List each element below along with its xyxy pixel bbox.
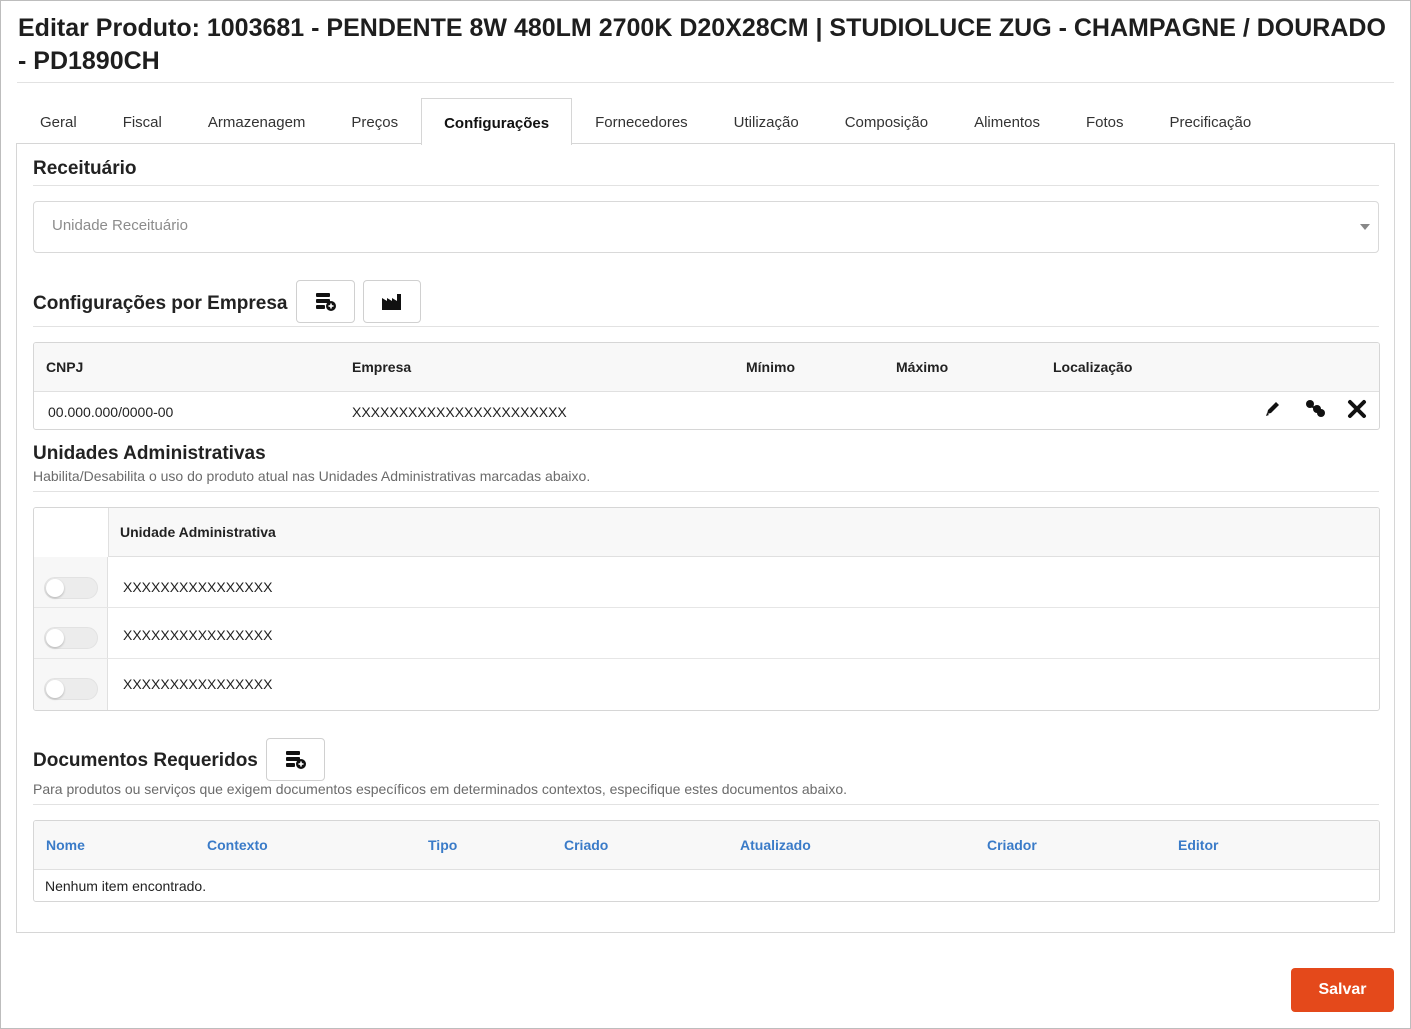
documentos-description: Para produtos ou serviços que exigem doc… [33, 781, 848, 797]
col-contexto[interactable]: Contexto [207, 837, 268, 853]
tab-geral[interactable]: Geral [17, 98, 100, 144]
save-button[interactable]: Salvar [1291, 968, 1394, 1012]
col-criador[interactable]: Criador [987, 837, 1037, 853]
page-title: Editar Produto: 1003681 - PENDENTE 8W 48… [18, 14, 1386, 75]
col-minimo: Mínimo [746, 359, 795, 375]
config-empresa-divider [33, 326, 1379, 327]
col-maximo: Máximo [896, 359, 949, 375]
col-nome[interactable]: Nome [46, 837, 85, 853]
toggle-knob [46, 579, 64, 597]
unidades-description: Habilita/Desabilita o uso do produto atu… [33, 468, 591, 484]
tab-armazenagem[interactable]: Armazenagem [185, 98, 329, 144]
documentos-table-header: Nome Contexto Tipo Criado Atualizado Cri… [34, 821, 1379, 870]
col-localizacao: Localização [1053, 359, 1133, 375]
unidades-table-header: Unidade Administrativa [108, 508, 1379, 557]
unidade-name: XXXXXXXXXXXXXXXX [123, 676, 273, 692]
toggle-column-header [34, 508, 108, 557]
chevron-down-icon [1360, 224, 1370, 230]
receituario-title: Receituário [33, 158, 137, 179]
config-empresa-title: Configurações por Empresa [33, 293, 288, 314]
list-item: XXXXXXXXXXXXXXXX [34, 659, 1379, 710]
tab-configuracoes[interactable]: Configurações [421, 98, 573, 145]
unidade-receituario-placeholder: Unidade Receituário [52, 217, 188, 234]
factory-icon [382, 293, 401, 310]
list-item: XXXXXXXXXXXXXXXX [34, 608, 1379, 659]
factory-button[interactable] [363, 280, 421, 323]
cell-empresa: XXXXXXXXXXXXXXXXXXXXXXX [352, 404, 567, 420]
configuracoes-panel: Receituário Unidade Receituário Configur… [16, 143, 1395, 933]
empty-message: Nenhum item encontrado. [45, 878, 207, 894]
col-unidade-administrativa: Unidade Administrativa [120, 524, 276, 540]
add-documento-button[interactable] [266, 738, 325, 781]
unidade-toggle[interactable] [44, 678, 98, 700]
col-empresa: Empresa [352, 359, 412, 375]
unidade-receituario-select[interactable]: Unidade Receituário [33, 201, 1379, 253]
unidade-name: XXXXXXXXXXXXXXXX [123, 579, 273, 595]
cell-cnpj: 00.000.000/0000-00 [48, 404, 174, 420]
add-config-button[interactable] [296, 280, 355, 323]
tab-composicao[interactable]: Composição [822, 98, 951, 144]
tab-fotos[interactable]: Fotos [1063, 98, 1147, 144]
tab-precos[interactable]: Preços [328, 98, 421, 144]
add-list-icon [315, 292, 336, 311]
toggle-knob [46, 680, 64, 698]
documentos-title: Documentos Requeridos [33, 750, 258, 771]
unidade-toggle[interactable] [44, 577, 98, 599]
col-tipo[interactable]: Tipo [428, 837, 457, 853]
documentos-divider [33, 804, 1379, 805]
unidades-table: Unidade Administrativa XXXXXXXXXXXXXXXX … [33, 507, 1380, 711]
tab-bar: Geral Fiscal Armazenagem Preços Configur… [17, 98, 1274, 145]
config-empresa-table-header: CNPJ Empresa Mínimo Máximo Localização [34, 343, 1379, 392]
config-empresa-table: CNPJ Empresa Mínimo Máximo Localização 0… [33, 342, 1380, 430]
col-atualizado[interactable]: Atualizado [740, 837, 811, 853]
tab-utilizacao[interactable]: Utilização [711, 98, 822, 144]
col-cnpj: CNPJ [46, 359, 84, 375]
tab-alimentos[interactable]: Alimentos [951, 98, 1063, 144]
unidades-divider [33, 491, 1379, 492]
col-editor[interactable]: Editor [1178, 837, 1218, 853]
link-icon[interactable] [1305, 399, 1327, 424]
close-icon[interactable] [1347, 399, 1367, 424]
unidade-toggle[interactable] [44, 627, 98, 649]
tab-fiscal[interactable]: Fiscal [100, 98, 185, 144]
title-divider [17, 82, 1394, 83]
col-criado[interactable]: Criado [564, 837, 608, 853]
unidades-title: Unidades Administrativas [33, 443, 266, 464]
toggle-knob [46, 629, 64, 647]
add-list-icon [285, 750, 306, 769]
tab-fornecedores[interactable]: Fornecedores [572, 98, 711, 144]
documentos-table: Nome Contexto Tipo Criado Atualizado Cri… [33, 820, 1380, 902]
receituario-divider [33, 185, 1379, 186]
table-row: 00.000.000/0000-00 XXXXXXXXXXXXXXXXXXXXX… [34, 392, 1379, 429]
tab-precificacao[interactable]: Precificação [1146, 98, 1274, 144]
list-item: XXXXXXXXXXXXXXXX [34, 557, 1379, 608]
unidade-name: XXXXXXXXXXXXXXXX [123, 627, 273, 643]
pencil-icon[interactable] [1263, 399, 1283, 424]
